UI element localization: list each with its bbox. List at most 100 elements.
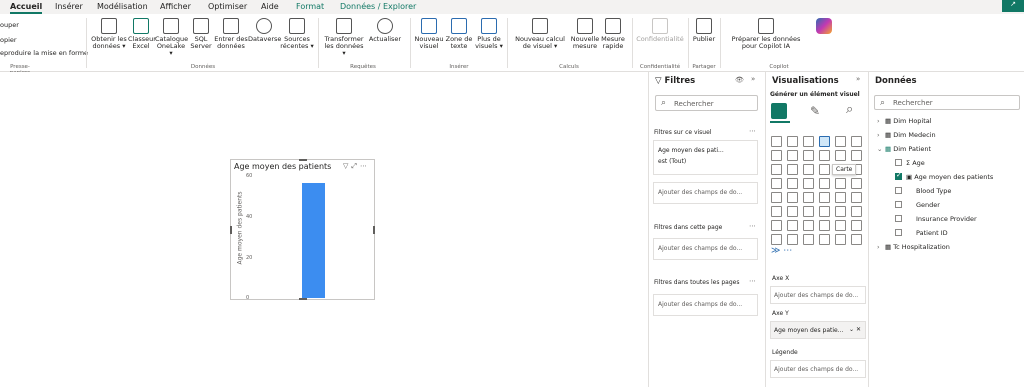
more-visuals-button[interactable]: Plus de visuels ▾ bbox=[474, 18, 504, 50]
field-age-moyen[interactable]: ▣ Age moyen des patients bbox=[895, 171, 993, 181]
checkbox[interactable] bbox=[895, 159, 902, 166]
visual-type-icon[interactable] bbox=[803, 220, 814, 231]
collapse-icon[interactable]: » bbox=[751, 75, 755, 83]
copilot-button[interactable] bbox=[814, 18, 834, 36]
excel-workbook-button[interactable]: Classeur Excel bbox=[128, 18, 156, 50]
visual-type-icon[interactable] bbox=[771, 220, 782, 231]
visual-type-icon[interactable] bbox=[771, 150, 782, 161]
visual-type-icon[interactable] bbox=[819, 206, 830, 217]
refresh-button[interactable]: Actualiser bbox=[367, 18, 403, 43]
visual-type-icon[interactable] bbox=[851, 136, 862, 147]
visual-type-icon[interactable] bbox=[803, 164, 814, 175]
visual-type-icon[interactable] bbox=[787, 206, 798, 217]
visual-type-icon[interactable] bbox=[819, 164, 830, 175]
visual-type-icon[interactable] bbox=[819, 220, 830, 231]
table-dim-patient[interactable]: ⌄ ▦ Dim Patient bbox=[877, 145, 931, 153]
legend-well[interactable]: Ajouter des champs de do... bbox=[770, 360, 866, 378]
more-options-icon[interactable]: ⋯ bbox=[749, 222, 756, 230]
resize-handle[interactable] bbox=[299, 159, 307, 161]
new-visual-calc-button[interactable]: Nouveau calcul de visuel ▾ bbox=[510, 18, 570, 50]
axis-y-well[interactable]: Age moyen des patie... ⌄ ✕ bbox=[770, 321, 866, 339]
collapse-icon[interactable]: » bbox=[856, 75, 860, 83]
tab-format[interactable]: Format bbox=[296, 2, 324, 11]
cut-button[interactable]: ouper bbox=[0, 21, 19, 29]
new-visual-button[interactable]: Nouveau visuel bbox=[414, 18, 444, 50]
field-age[interactable]: Σ Age bbox=[895, 159, 925, 167]
visual-type-icon[interactable] bbox=[835, 178, 846, 189]
visual-type-icon[interactable] bbox=[851, 206, 862, 217]
tab-inserer[interactable]: Insérer bbox=[55, 2, 83, 11]
visual-type-icon[interactable] bbox=[851, 178, 862, 189]
dataverse-button[interactable]: Dataverse bbox=[248, 18, 281, 43]
eye-icon[interactable]: 👁 bbox=[735, 76, 744, 84]
visual-type-icon[interactable] bbox=[851, 192, 862, 203]
field-insurance-provider[interactable]: Insurance Provider bbox=[895, 215, 977, 223]
visual-type-icon[interactable] bbox=[851, 150, 862, 161]
visual-type-icon[interactable] bbox=[835, 220, 846, 231]
more-options-icon[interactable]: ⋯ bbox=[749, 127, 756, 135]
visual-type-icon[interactable] bbox=[819, 192, 830, 203]
visual-type-icon[interactable] bbox=[835, 192, 846, 203]
field-blood-type[interactable]: Blood Type bbox=[895, 187, 951, 195]
field-patient-id[interactable]: Patient ID bbox=[895, 229, 948, 237]
more-options-icon[interactable]: ⋯ bbox=[360, 162, 370, 170]
filters-search-input[interactable]: Rechercher bbox=[655, 95, 758, 111]
visual-type-icon[interactable] bbox=[835, 150, 846, 161]
visual-type-icon[interactable] bbox=[851, 220, 862, 231]
visual-type-icon[interactable] bbox=[835, 136, 846, 147]
resize-handle[interactable] bbox=[373, 226, 375, 234]
resize-handle[interactable] bbox=[230, 226, 232, 234]
checkbox[interactable] bbox=[895, 229, 902, 236]
filter-card[interactable]: Age moyen des pati... est (Tout) bbox=[653, 140, 758, 175]
tab-donnees-explorer[interactable]: Données / Explorer bbox=[340, 2, 416, 11]
format-visual-icon[interactable]: ✎ bbox=[810, 104, 820, 118]
visual-type-icon[interactable] bbox=[835, 206, 846, 217]
visual-type-icon[interactable] bbox=[771, 206, 782, 217]
visual-type-icon[interactable] bbox=[803, 234, 814, 245]
visual-type-icon[interactable] bbox=[787, 220, 798, 231]
table-dim-hopital[interactable]: › ▦ Dim Hopital bbox=[877, 117, 932, 125]
tab-modelisation[interactable]: Modélisation bbox=[97, 2, 148, 11]
transform-data-button[interactable]: Transformer les données ▾ bbox=[323, 18, 365, 57]
new-measure-button[interactable]: Nouvelle mesure bbox=[570, 18, 600, 50]
table-dim-medecin[interactable]: › ▦ Dim Medecin bbox=[877, 131, 936, 139]
visual-type-icon[interactable] bbox=[787, 234, 798, 245]
visual-type-icon[interactable] bbox=[819, 178, 830, 189]
visual-type-icon[interactable] bbox=[771, 164, 782, 175]
tab-aide[interactable]: Aide bbox=[261, 2, 279, 11]
axis-x-well[interactable]: Ajouter des champs de do... bbox=[770, 286, 866, 304]
report-canvas[interactable]: Age moyen des patients ▽⤢⋯ Age moyen des… bbox=[0, 72, 648, 387]
visual-type-icon[interactable] bbox=[803, 192, 814, 203]
visual-type-icon[interactable] bbox=[851, 234, 862, 245]
more-options-icon[interactable]: ⋯ bbox=[749, 277, 756, 285]
visual-type-icon[interactable] bbox=[787, 178, 798, 189]
add-page-filter-well[interactable]: Ajouter des champs de do... bbox=[653, 238, 758, 260]
visual-type-icon[interactable] bbox=[819, 136, 830, 147]
recent-sources-button[interactable]: Sources récentes ▾ bbox=[280, 18, 314, 50]
focus-mode-icon[interactable]: ⤢ bbox=[351, 162, 360, 170]
get-data-button[interactable]: Obtenir les données ▾ bbox=[90, 18, 128, 50]
visual-type-icon[interactable] bbox=[787, 164, 798, 175]
tab-afficher[interactable]: Afficher bbox=[160, 2, 191, 11]
checkbox[interactable] bbox=[895, 215, 902, 222]
onelake-catalog-button[interactable]: Catalogue OneLake ▾ bbox=[155, 18, 188, 57]
visual-type-icon[interactable] bbox=[787, 136, 798, 147]
text-box-button[interactable]: Zone de texte bbox=[445, 18, 473, 50]
add-filter-field-well[interactable]: Ajouter des champs de do... bbox=[653, 182, 758, 204]
more-visuals-icon[interactable]: ≫ ⋯ bbox=[771, 246, 792, 256]
enter-data-button[interactable]: Entrer des données bbox=[214, 18, 248, 50]
publish-button[interactable]: Publier bbox=[692, 18, 716, 43]
visual-type-icon[interactable] bbox=[771, 192, 782, 203]
visual-type-icon[interactable] bbox=[771, 136, 782, 147]
sql-server-button[interactable]: SQL Server bbox=[189, 18, 213, 50]
prepare-copilot-button[interactable]: Préparer les données pour Copilot IA bbox=[724, 18, 808, 50]
tab-accueil[interactable]: Accueil bbox=[10, 2, 43, 14]
data-search-input[interactable]: Rechercher bbox=[874, 95, 1020, 110]
build-visual-tab[interactable] bbox=[771, 103, 787, 119]
remove-field-icon[interactable]: ⌄ ✕ bbox=[849, 326, 861, 333]
add-all-pages-filter-well[interactable]: Ajouter des champs de do... bbox=[653, 294, 758, 316]
visual-type-icon[interactable] bbox=[819, 150, 830, 161]
checkbox[interactable] bbox=[895, 201, 902, 208]
bar-chart-visual[interactable]: Age moyen des patients ▽⤢⋯ Age moyen des… bbox=[230, 159, 375, 301]
visual-type-icon[interactable] bbox=[803, 150, 814, 161]
